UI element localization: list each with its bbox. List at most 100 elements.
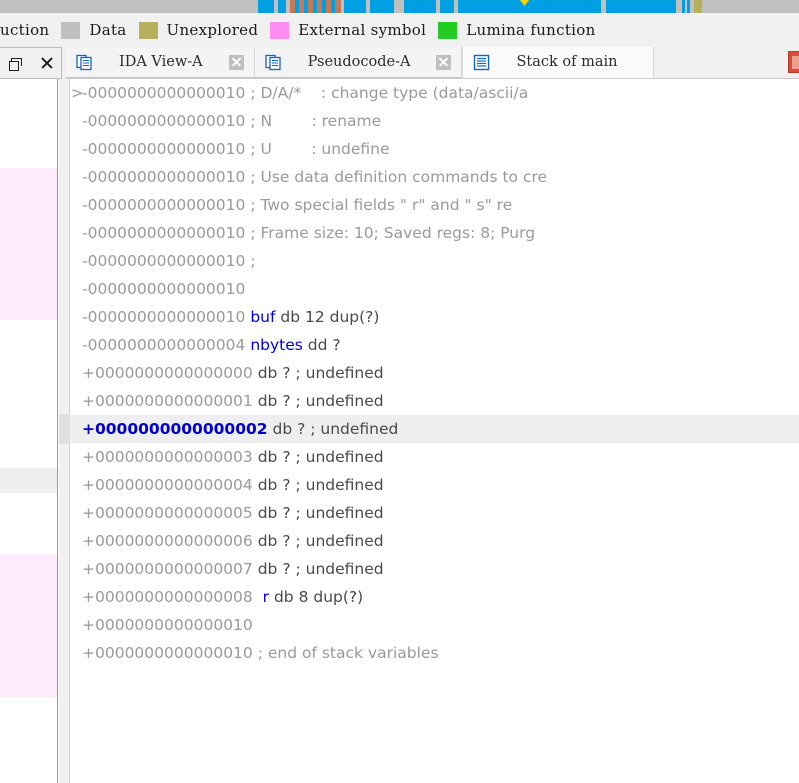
stack-variable-row[interactable]: -0000000000000010	[70, 275, 799, 303]
stack-row-body: db ? ; undefined	[257, 504, 384, 522]
color-band	[0, 493, 57, 554]
stack-frame-listing[interactable]: > -0000000000000010 ; D/A/* : change type…	[70, 79, 799, 783]
stack-offset: -0000000000000010	[82, 84, 246, 102]
tab-label: Pseudocode-A	[307, 54, 411, 70]
stack-offset: -0000000000000010	[82, 308, 246, 326]
tab-strip: IDA View-A Pseudocode-A Stack of main	[66, 47, 799, 79]
navigator-segment	[682, 0, 685, 13]
stack-variable-name[interactable]: r	[258, 588, 269, 606]
stack-variable-row[interactable]: +0000000000000006 db ? ; undefined	[70, 527, 799, 555]
navigator-segment	[258, 0, 274, 13]
stack-variable-row[interactable]: +0000000000000007 db ? ; undefined	[70, 555, 799, 583]
stack-offset: -0000000000000010	[82, 140, 246, 158]
tab-stack-of-main[interactable]: Stack of main	[462, 47, 655, 78]
stack-row-body: db ? ; undefined	[257, 364, 384, 382]
restore-icon	[9, 58, 23, 71]
stack-offset: +0000000000000010	[82, 616, 253, 634]
stack-offset: -0000000000000010	[82, 224, 246, 242]
stack-offset: +0000000000000010	[82, 644, 253, 662]
stack-row-body: db 8 dup(?)	[269, 588, 364, 606]
stack-variable-name[interactable]: buf	[250, 308, 275, 326]
legend-color-swatch	[438, 21, 458, 39]
stack-variable-row[interactable]: -0000000000000010 buf db 12 dup(?)	[70, 303, 799, 331]
stack-offset: +0000000000000000	[82, 364, 253, 382]
stack-row-body: ; Two special fields " r" and " s" re	[250, 196, 513, 214]
color-band	[0, 554, 57, 697]
stack-offset: -0000000000000010	[82, 280, 246, 298]
vertical-scrollbar[interactable]	[59, 79, 70, 783]
ida-stack-view-window: uction Data Unexplored External symbol Lumin…	[0, 0, 799, 783]
stack-row-body: ;	[250, 252, 256, 270]
stack-row-body: db ? ; undefined	[257, 476, 384, 494]
navigator-legend: uction Data Unexplored External symbol Lumin…	[0, 13, 799, 47]
row-spacer	[253, 616, 258, 634]
stack-offset: +0000000000000002	[82, 420, 268, 438]
stack-offset: -0000000000000010	[82, 168, 246, 186]
scrollbar-thumb[interactable]	[59, 414, 70, 444]
stack-variable-row[interactable]: -0000000000000010 ; N : rename	[70, 107, 799, 135]
stack-variable-row[interactable]: +0000000000000002 db ? ; undefined	[70, 415, 799, 443]
stack-variable-row[interactable]: +0000000000000000 db ? ; undefined	[70, 359, 799, 387]
close-window-button[interactable]	[36, 53, 56, 73]
stack-offset: +0000000000000007	[82, 560, 253, 578]
stack-variable-row[interactable]: -0000000000000010 ; Two special fields "…	[70, 191, 799, 219]
color-band	[0, 79, 57, 168]
stack-row-body: ; D/A/* : change type (data/ascii/a	[250, 84, 529, 102]
stack-variable-name[interactable]: nbytes	[250, 336, 303, 354]
navigator-segment	[370, 0, 394, 13]
legend-item: External symbol	[270, 21, 438, 39]
stack-variable-row[interactable]: +0000000000000001 db ? ; undefined	[70, 387, 799, 415]
tab-close-active-button[interactable]	[788, 51, 799, 73]
legend-color-swatch	[61, 21, 81, 39]
stack-variable-row[interactable]: +0000000000000005 db ? ; undefined	[70, 499, 799, 527]
stack-offset: -0000000000000010	[82, 252, 246, 270]
window-controls	[0, 47, 62, 79]
stack-variable-row[interactable]: +0000000000000010	[70, 611, 799, 639]
stack-variable-row[interactable]: +0000000000000010 ; end of stack variabl…	[70, 639, 799, 667]
document-pages-icon	[265, 54, 282, 71]
stack-variable-row[interactable]: -0000000000000010 ; Use data definition …	[70, 163, 799, 191]
legend-label: External symbol	[298, 21, 427, 39]
navigator-segment	[694, 0, 702, 13]
legend-item: uction	[0, 21, 61, 39]
tab-ida-view-a[interactable]: IDA View-A	[66, 47, 255, 78]
legend-item: Unexplored	[138, 21, 271, 39]
tab-label: IDA View-A	[119, 54, 203, 70]
stack-variable-row[interactable]: +0000000000000004 db ? ; undefined	[70, 471, 799, 499]
stack-variable-row[interactable]: -0000000000000010 ; U : undefine	[70, 135, 799, 163]
tab-pseudocode-a[interactable]: Pseudocode-A	[254, 47, 463, 78]
tab-close-icon[interactable]	[436, 54, 452, 70]
left-color-strip-panel[interactable]	[0, 79, 58, 783]
current-line-arrow-icon: >	[71, 84, 84, 102]
navigator-overview-bar[interactable]	[0, 0, 799, 13]
tab-label: Stack of main	[516, 54, 618, 70]
legend-color-swatch	[270, 21, 290, 39]
legend-color-swatch	[138, 21, 158, 39]
color-band	[0, 697, 57, 783]
stack-variable-row[interactable]: > -0000000000000010 ; D/A/* : change type…	[70, 79, 799, 107]
stack-variable-row[interactable]: -0000000000000004 nbytes dd ?	[70, 331, 799, 359]
color-band	[0, 168, 57, 320]
stack-row-body: db ? ; undefined	[257, 448, 384, 466]
tab-bar: IDA View-A Pseudocode-A Stack of main	[0, 47, 799, 79]
stack-row-body: ; U : undefine	[250, 140, 390, 158]
stack-variable-row[interactable]: +0000000000000008 r db 8 dup(?)	[70, 583, 799, 611]
document-pages-icon	[76, 54, 93, 71]
navigator-segment	[335, 0, 341, 13]
stack-variable-row[interactable]: -0000000000000010 ; Frame size: 10; Save…	[70, 219, 799, 247]
navigator-segment	[606, 0, 676, 13]
stack-offset: -0000000000000004	[82, 336, 246, 354]
stack-list-icon	[473, 54, 490, 71]
legend-item: Lumina function	[438, 21, 607, 39]
legend-label: Lumina function	[466, 21, 596, 39]
stack-offset: +0000000000000001	[82, 392, 253, 410]
stack-row-body: ; N : rename	[250, 112, 382, 130]
stack-row-body: db ? ; undefined	[257, 560, 384, 578]
stack-row-body: db 12 dup(?)	[275, 308, 380, 326]
stack-row-body: db ? ; undefined	[257, 392, 384, 410]
tab-close-icon[interactable]	[228, 54, 244, 70]
restore-window-button[interactable]	[5, 53, 25, 73]
stack-variable-row[interactable]: +0000000000000003 db ? ; undefined	[70, 443, 799, 471]
stack-offset: +0000000000000003	[82, 448, 253, 466]
stack-variable-row[interactable]: -0000000000000010 ;	[70, 247, 799, 275]
